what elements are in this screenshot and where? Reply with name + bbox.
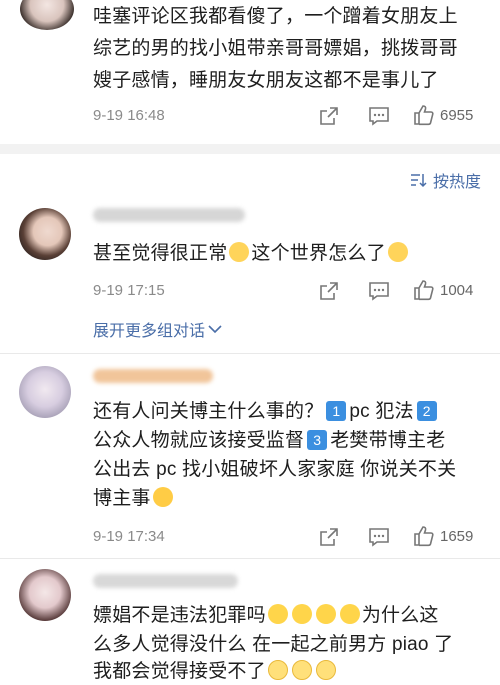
- share-icon[interactable]: [319, 106, 339, 126]
- username[interactable]: [93, 208, 245, 222]
- comment-text-part: 嫖娼不是违法犯罪吗: [93, 605, 266, 626]
- surprised-emoji-icon: [152, 487, 173, 507]
- comment-text-part: 我都会觉得接受不了: [93, 661, 266, 682]
- laughing-emoji-icon: [315, 660, 336, 680]
- laughing-emoji-icon: [291, 660, 312, 680]
- comment-text-part: 公众人物就应该接受监督: [93, 430, 305, 451]
- comment-text: 还有人问关博主什么事的？ 1 pc 犯法 2: [93, 398, 440, 425]
- divider: [0, 558, 500, 559]
- avatar[interactable]: [20, 0, 74, 30]
- like-icon[interactable]: [412, 525, 434, 547]
- comment-text: 博主事: [93, 485, 175, 512]
- comment-text: 哇塞评论区我都看傻了，一个蹭着女朋友上: [93, 6, 458, 27]
- sort-button[interactable]: 按热度: [410, 168, 481, 192]
- divider: [0, 144, 500, 154]
- reply-icon[interactable]: [368, 281, 390, 301]
- comment-text-part: 这个世界怎么了: [251, 243, 386, 264]
- username[interactable]: [93, 369, 213, 383]
- share-icon[interactable]: [319, 527, 339, 547]
- like-icon[interactable]: [412, 104, 434, 126]
- avatar[interactable]: [19, 569, 71, 621]
- like-count: 1659: [440, 528, 474, 545]
- number-three-icon: 3: [307, 430, 328, 450]
- divider: [0, 353, 500, 354]
- comment-time: 9-19 17:15: [93, 282, 165, 299]
- chevron-down-icon: [208, 325, 222, 334]
- comment-text: 嫖娼不是违法犯罪吗 为什么这: [93, 602, 439, 629]
- comment-text: 公出去 pc 找小姐破坏人家家庭 你说关不关: [93, 459, 457, 480]
- sort-icon: [411, 174, 427, 188]
- comment-text: 么多人觉得没什么 在一起之前男方 piao 了: [93, 634, 454, 655]
- comment-text: 综艺的男的找小姐带亲哥哥嫖娼，挑拨哥哥: [93, 38, 458, 59]
- comment-text-part: 还有人问关博主什么事的？: [93, 401, 324, 422]
- expand-label: 展开更多组对话: [93, 323, 206, 340]
- laughing-emoji-icon: [267, 660, 288, 680]
- avatar[interactable]: [19, 366, 71, 418]
- comment-time: 9-19 17:34: [93, 528, 165, 545]
- avatar[interactable]: [19, 208, 71, 260]
- comment-text-part: 博主事: [93, 488, 151, 509]
- comment-time: 9-19 16:48: [93, 107, 165, 124]
- comment-text-part: 老樊带博主老: [330, 430, 446, 451]
- number-one-icon: 1: [326, 401, 347, 421]
- share-icon[interactable]: [319, 281, 339, 301]
- sort-label: 按热度: [433, 174, 482, 191]
- smirk-emoji-icon: [339, 604, 360, 624]
- smirk-emoji-icon: [315, 604, 336, 624]
- like-count: 1004: [440, 282, 474, 299]
- username[interactable]: [93, 574, 238, 588]
- reply-icon[interactable]: [368, 106, 390, 126]
- comment-text: 公众人物就应该接受监督 3 老樊带博主老: [93, 427, 445, 454]
- comment-text-part: 甚至觉得很正常: [93, 243, 228, 264]
- like-count: 6955: [440, 107, 474, 124]
- crying-emoji-icon: [387, 242, 408, 262]
- comment-text-part: pc 犯法: [349, 401, 414, 422]
- reply-icon[interactable]: [368, 527, 390, 547]
- comment-text: 嫂子感情，睡朋友女朋友这都不是事儿了: [93, 70, 439, 91]
- expand-replies-link[interactable]: 展开更多组对话: [93, 317, 222, 341]
- number-two-icon: 2: [416, 401, 437, 421]
- comment-text: 甚至觉得很正常 这个世界怎么了: [93, 240, 410, 267]
- comment-text: 我都会觉得接受不了: [93, 658, 338, 685]
- comment-text-part: 为什么这: [361, 605, 439, 626]
- smirk-emoji-icon: [291, 604, 312, 624]
- smirk-emoji-icon: [267, 604, 288, 624]
- crying-emoji-icon: [229, 242, 250, 262]
- like-icon[interactable]: [412, 279, 434, 301]
